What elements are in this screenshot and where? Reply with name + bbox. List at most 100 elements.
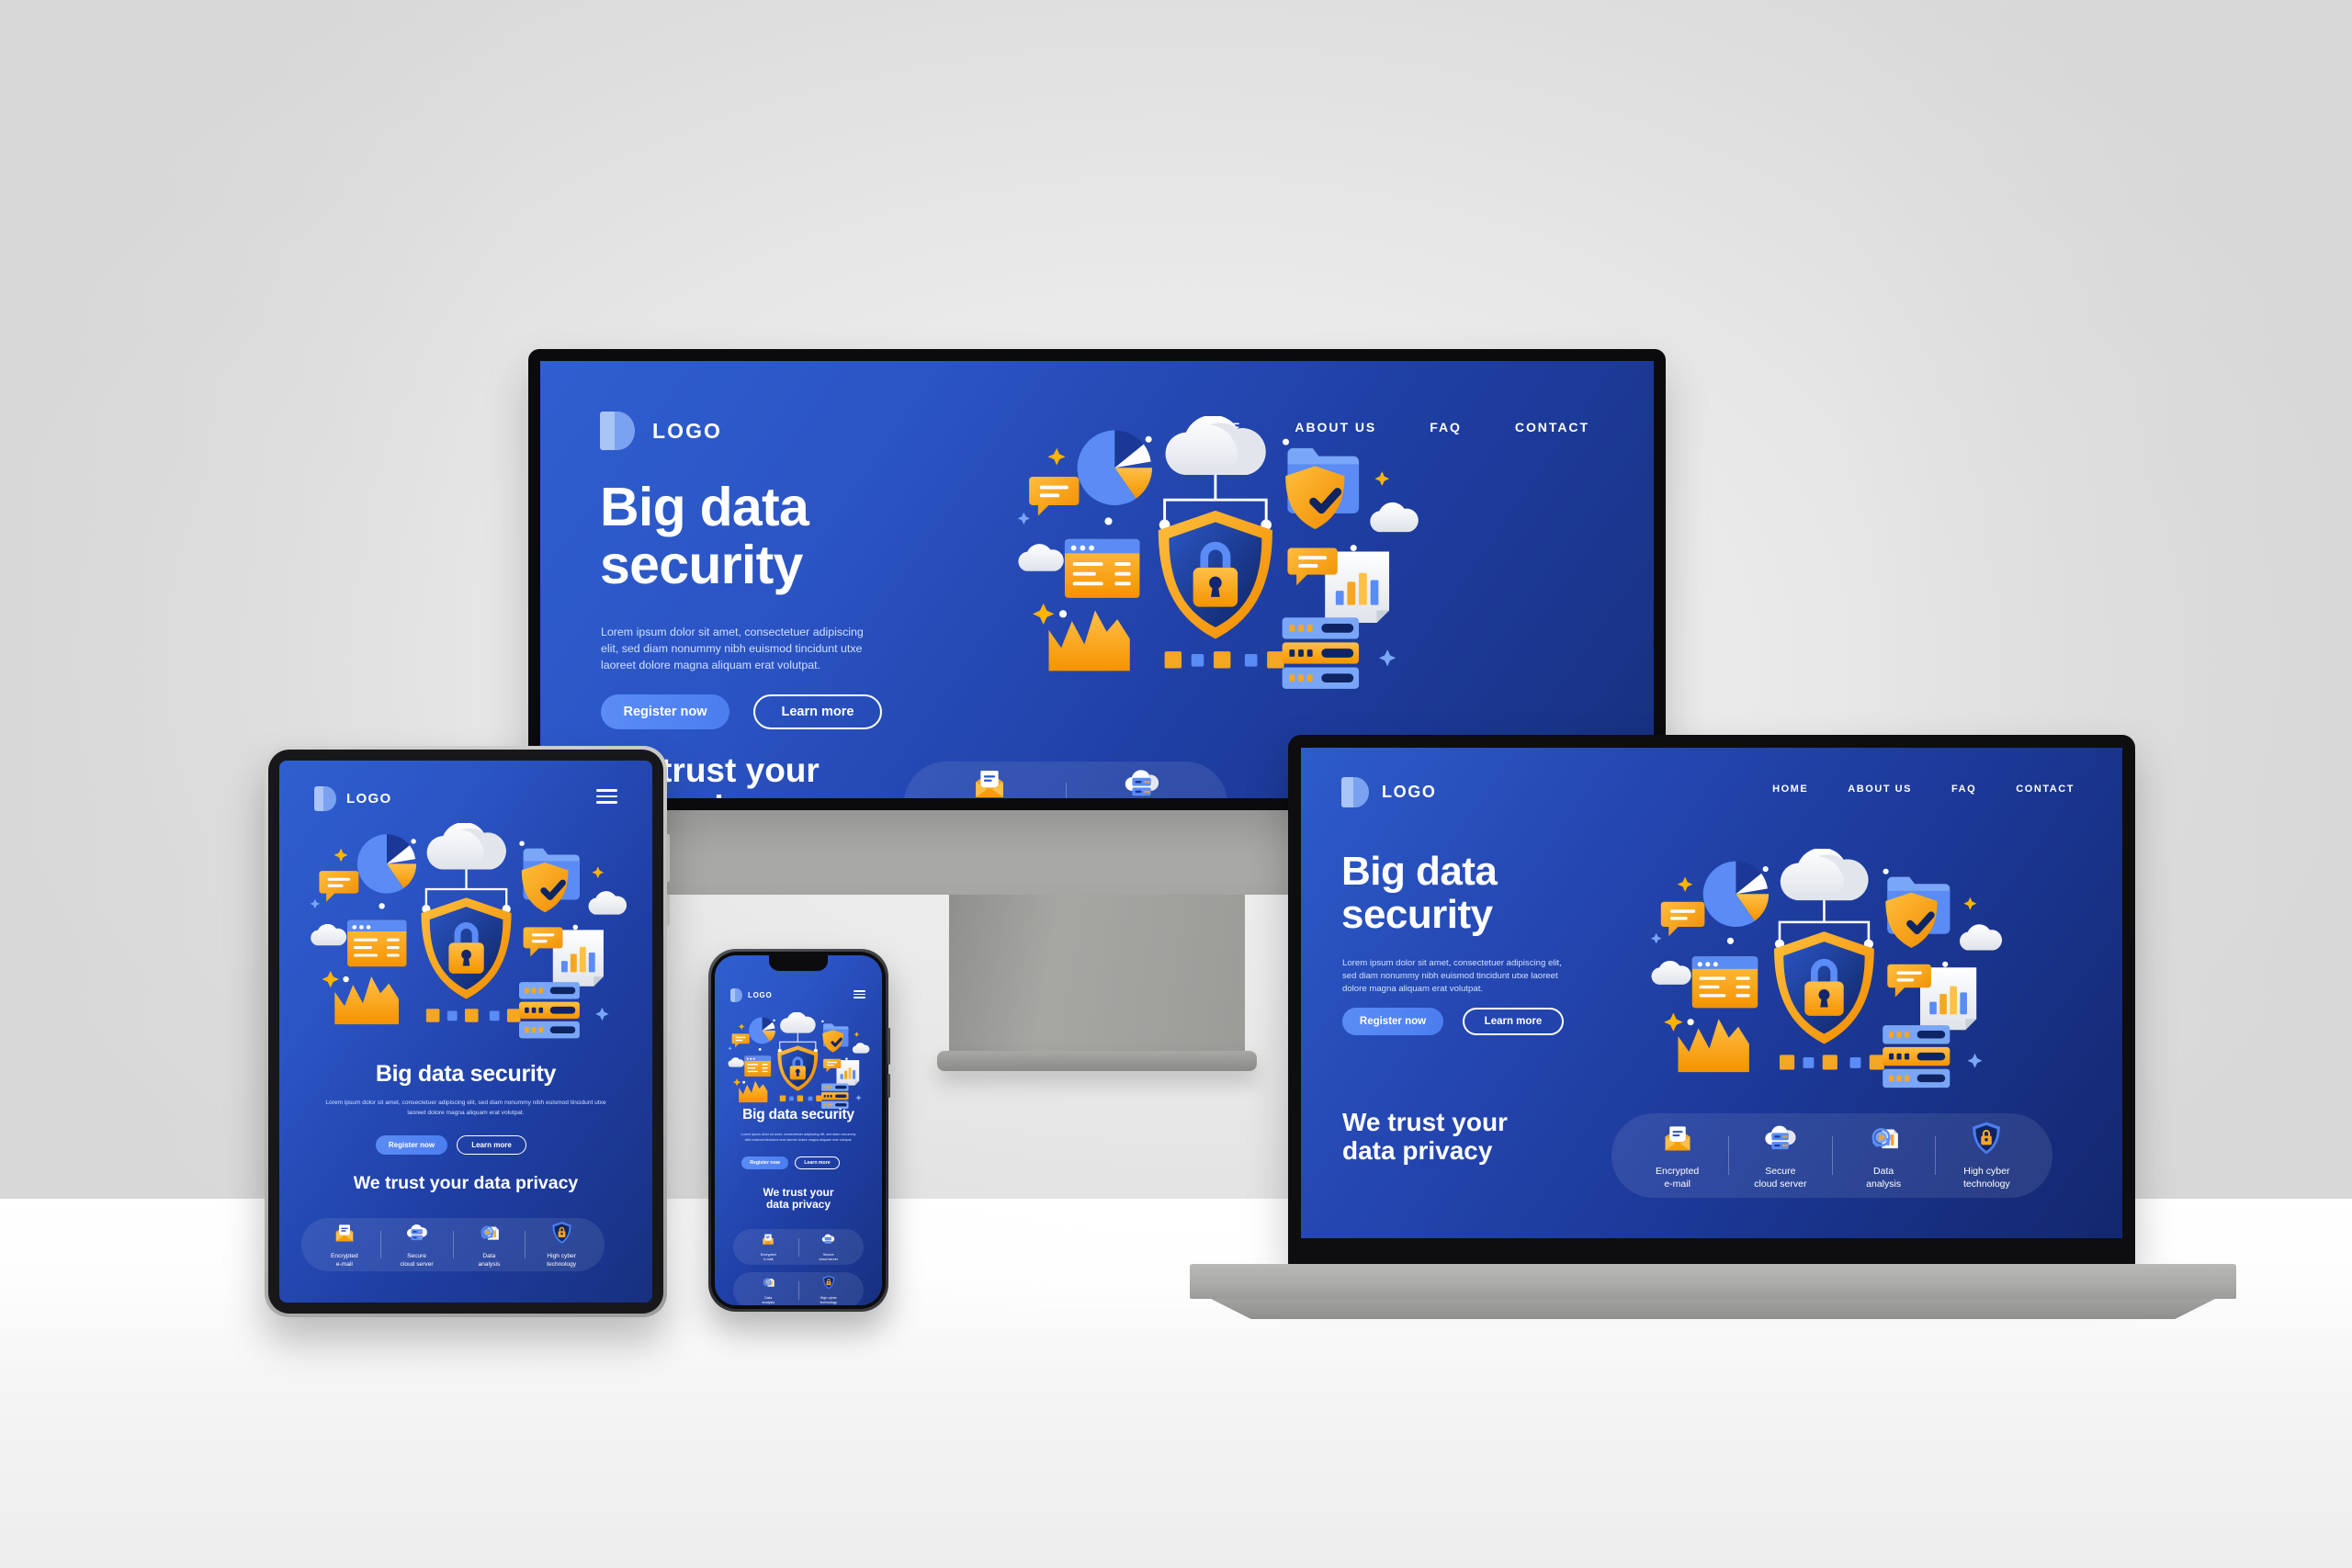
feature-label: Encrypted e-mail: [331, 1253, 358, 1268]
smartphone: LOGO Big data security Lorem ipsum dolor…: [708, 949, 890, 1312]
monitor-hero-title: Big data security: [600, 479, 809, 595]
laptop: LOGO HOME ABOUT US FAQ CONTACT Big data …: [1288, 735, 2135, 1266]
monitor-stand-foot: [937, 1051, 1257, 1071]
monitor-feature-bar: Encryptede-mail: [904, 761, 1227, 798]
laptop-illustration: [1639, 849, 2007, 1107]
encrypted-email-icon: [1660, 1121, 1695, 1160]
laptop-base-front: [1211, 1299, 2215, 1319]
phone-hamburger-menu-icon[interactable]: [854, 990, 865, 998]
phone-hero-paragraph: Lorem ipsum dolor sit amet, consectetuer…: [741, 1133, 856, 1143]
feature-encrypted-email[interactable]: Encryptede-mail: [913, 764, 1066, 798]
trust-title-line1: We trust your: [763, 1186, 834, 1199]
nav-item-home[interactable]: HOME: [1772, 784, 1808, 795]
tablet-hero-paragraph: Lorem ipsum dolor sit amet, consectetuer…: [325, 1100, 606, 1116]
laptop-learn-more-button[interactable]: Learn more: [1463, 1008, 1564, 1035]
phone-notch: [769, 955, 828, 971]
monitor-page: LOGO HOME ABOUT US FAQ CONTACT Big data …: [540, 361, 1654, 798]
d-letter-logo-icon: [730, 988, 742, 1002]
feature-label: Secure cloud server: [819, 1253, 839, 1261]
laptop-register-now-button[interactable]: Register now: [1342, 1008, 1443, 1035]
phone-screen: LOGO Big data security Lorem ipsum dolor…: [715, 955, 882, 1305]
monitor-stand-neck: [949, 895, 1245, 1060]
laptop-page: LOGO HOME ABOUT US FAQ CONTACT Big data …: [1301, 748, 2122, 1238]
monitor-illustration: [1004, 416, 1423, 710]
nav-item-contact[interactable]: CONTACT: [1515, 420, 1589, 434]
nav-item-about-us[interactable]: ABOUT US: [1848, 784, 1912, 795]
feature-data-analysis[interactable]: Data analysis: [1833, 1121, 1935, 1190]
secure-cloud-server-icon: [404, 1221, 430, 1249]
phone-register-now-button[interactable]: Register now: [741, 1156, 788, 1169]
feature-label: Data analysis: [478, 1253, 501, 1268]
data-analysis-icon: [761, 1275, 775, 1294]
hero-title-line2: security: [600, 534, 803, 595]
feature-high-cyber-technology[interactable]: High cyber technology: [526, 1221, 597, 1268]
nav-item-faq[interactable]: FAQ: [1430, 420, 1462, 434]
feature-high-cyber-technology[interactable]: High cyber technology: [1936, 1121, 2038, 1190]
phone-hero-title: Big data security: [742, 1107, 854, 1122]
feature-secure-cloud-server[interactable]: Securecloud server: [799, 1232, 859, 1261]
tablet-page: LOGO Big data security Lorem ipsum dolor…: [279, 761, 652, 1303]
high-cyber-technology-icon: [551, 1221, 572, 1249]
phone-volume-button[interactable]: [888, 1028, 890, 1065]
feature-secure-cloud-server[interactable]: Securecloud server: [1067, 764, 1219, 798]
logo-text: LOGO: [652, 418, 722, 443]
nav-item-faq[interactable]: FAQ: [1951, 784, 1976, 795]
laptop-base: [1190, 1264, 2236, 1299]
logo-text: LOGO: [346, 791, 392, 807]
monitor-brand-logo[interactable]: LOGO: [600, 412, 722, 450]
data-analysis-icon: [477, 1221, 501, 1249]
feature-secure-cloud-server[interactable]: Securecloud server: [381, 1221, 453, 1268]
feature-label: High cyber technology: [820, 1296, 837, 1304]
nav-item-contact[interactable]: CONTACT: [2016, 784, 2075, 795]
feature-encrypted-email[interactable]: Encryptede-mail: [1626, 1121, 1728, 1190]
phone-power-button[interactable]: [888, 1074, 890, 1098]
logo-text: LOGO: [1382, 783, 1437, 801]
trust-title-line2: data privacy: [765, 1198, 831, 1212]
laptop-trust-title: We trust your data privacy: [1342, 1108, 1508, 1166]
tablet-screen: LOGO Big data security Lorem ipsum dolor…: [279, 761, 652, 1303]
phone-feature-bar-row2: Data analysis High cyber technology: [733, 1272, 864, 1305]
feature-label: Secure cloud server: [400, 1253, 434, 1268]
feature-encrypted-email[interactable]: Encryptede-mail: [739, 1232, 798, 1261]
trust-title-line1: We trust your: [1342, 1108, 1508, 1136]
monitor-learn-more-button[interactable]: Learn more: [753, 694, 882, 729]
tablet-illustration: [300, 823, 630, 1055]
trust-title-line2: data privacy: [1342, 1136, 1493, 1166]
laptop-brand-logo[interactable]: LOGO: [1341, 777, 1436, 807]
secure-cloud-server-icon: [1761, 1121, 1800, 1160]
laptop-hero-paragraph: Lorem ipsum dolor sit amet, consectetuer…: [1342, 958, 1562, 994]
monitor-register-now-button[interactable]: Register now: [601, 694, 729, 729]
big-data-security-illustration: [1017, 416, 1419, 689]
tablet-register-now-button[interactable]: Register now: [376, 1135, 447, 1155]
d-letter-logo-icon: [1341, 777, 1369, 807]
tablet-volume-button[interactable]: [666, 834, 670, 882]
phone-page: LOGO Big data security Lorem ipsum dolor…: [715, 955, 882, 1305]
phone-brand-logo[interactable]: LOGO: [730, 988, 772, 1002]
feature-high-cyber-technology[interactable]: High cyber technology: [799, 1275, 859, 1304]
feature-encrypted-email[interactable]: Encryptede-mail: [309, 1221, 380, 1268]
feature-label: Data analysis: [1866, 1166, 1902, 1190]
feature-data-analysis[interactable]: Data analysis: [739, 1275, 798, 1304]
feature-label: Encrypted e-mail: [1655, 1166, 1700, 1190]
tablet-learn-more-button[interactable]: Learn more: [457, 1135, 526, 1155]
encrypted-email-icon: [970, 764, 1009, 798]
feature-label: Data analysis: [762, 1296, 775, 1304]
secure-cloud-server-icon: [820, 1232, 836, 1251]
laptop-screen: LOGO HOME ABOUT US FAQ CONTACT Big data …: [1301, 748, 2122, 1238]
tablet-hero-title: Big data security: [375, 1061, 557, 1087]
monitor-screen: LOGO HOME ABOUT US FAQ CONTACT Big data …: [540, 361, 1654, 798]
laptop-main-nav[interactable]: HOME ABOUT US FAQ CONTACT: [1772, 784, 2075, 795]
laptop-hero-title: Big data security: [1341, 849, 1498, 936]
feature-secure-cloud-server[interactable]: Securecloud server: [1729, 1121, 1831, 1190]
tablet-trust-title: We trust your data privacy: [353, 1173, 579, 1193]
phone-illustration: [723, 1012, 871, 1116]
phone-learn-more-button[interactable]: Learn more: [795, 1156, 840, 1169]
tablet-power-button[interactable]: [666, 895, 670, 926]
feature-label: High cyber technology: [1962, 1166, 2010, 1190]
feature-data-analysis[interactable]: Data analysis: [454, 1221, 526, 1268]
encrypted-email-icon: [333, 1221, 356, 1249]
tablet-brand-logo[interactable]: LOGO: [314, 786, 392, 811]
hero-title-line1: Big data: [1341, 849, 1498, 894]
tablet-hamburger-menu-icon[interactable]: [596, 789, 617, 804]
logo-text: LOGO: [748, 991, 773, 999]
